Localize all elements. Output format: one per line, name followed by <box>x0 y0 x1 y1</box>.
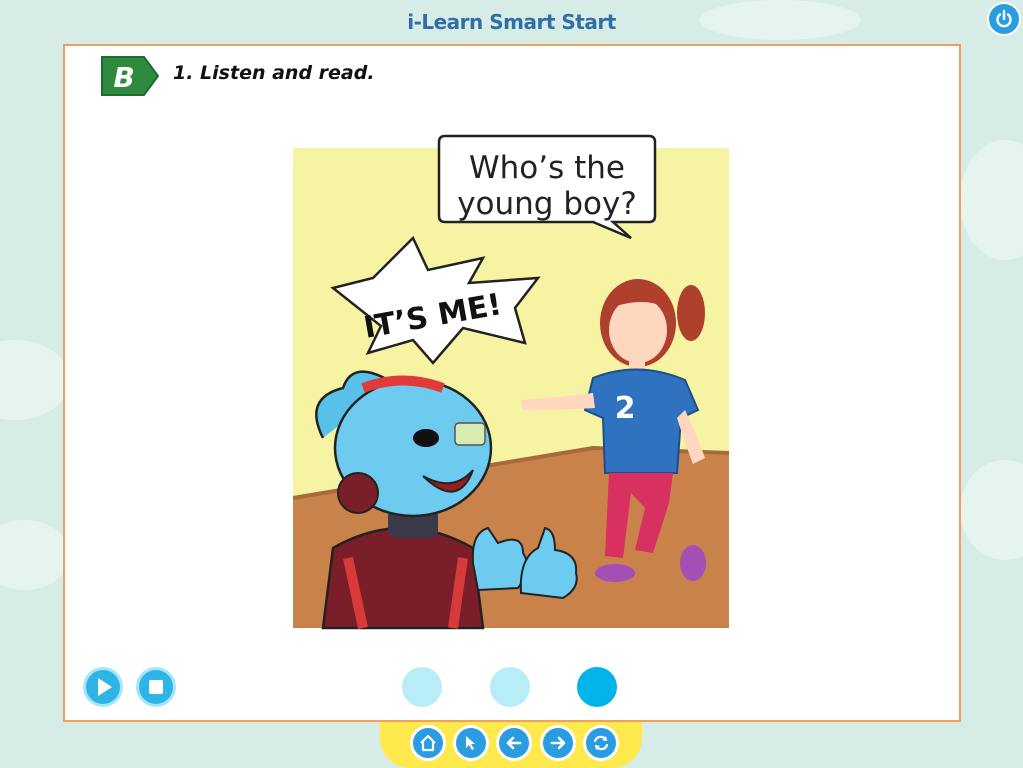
forward-button[interactable] <box>540 725 576 761</box>
background-cloud <box>960 140 1023 260</box>
background-cloud <box>0 340 70 420</box>
home-icon <box>420 734 436 752</box>
speech-bubble-text: Who’s the young boy? <box>457 150 637 222</box>
power-button[interactable] <box>987 2 1021 36</box>
instruction-text: 1. Listen and read. <box>173 62 375 84</box>
home-button[interactable] <box>410 725 446 761</box>
background-cloud <box>0 520 70 590</box>
back-arrow-icon <box>506 736 522 750</box>
play-icon <box>98 678 112 696</box>
background-cloud <box>960 460 1023 560</box>
page-dot-2[interactable] <box>490 667 530 707</box>
page-dot-3-active[interactable] <box>577 667 617 707</box>
stop-icon <box>149 680 163 694</box>
section-badge: B <box>101 56 160 96</box>
pointer-icon <box>466 736 475 750</box>
stop-button[interactable] <box>136 667 176 707</box>
pointer-button[interactable] <box>453 725 489 761</box>
forward-arrow-icon <box>550 736 566 750</box>
shirt-number: 2 <box>615 391 636 426</box>
refresh-button[interactable] <box>583 725 619 761</box>
page-dot-1[interactable] <box>402 667 442 707</box>
play-button[interactable] <box>83 667 123 707</box>
back-button[interactable] <box>496 725 532 761</box>
power-icon <box>996 9 1012 28</box>
section-letter: B <box>113 61 134 94</box>
app-title: i-Learn Smart Start <box>407 10 616 34</box>
refresh-icon <box>593 735 609 751</box>
